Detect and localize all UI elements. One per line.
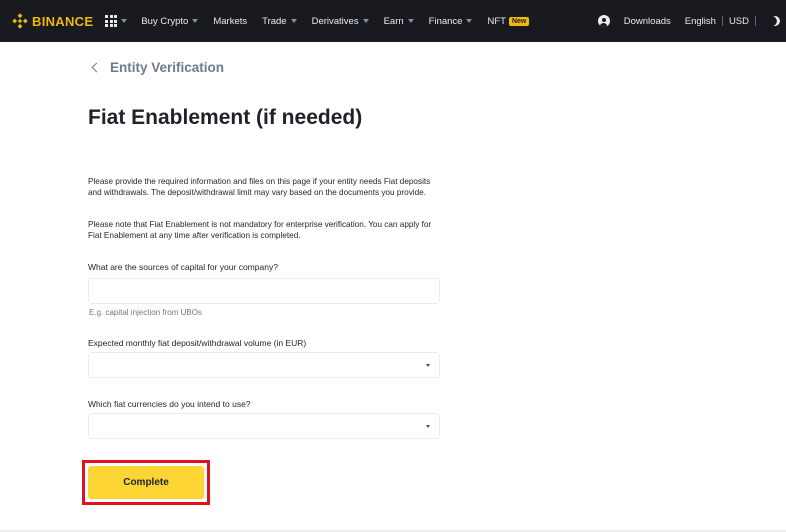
nav-trade[interactable]: Trade (262, 15, 297, 27)
nav-finance-label: Finance (428, 15, 463, 27)
chevron-down-icon (407, 19, 414, 23)
nav-earn[interactable]: Earn (384, 16, 414, 27)
downloads-label: Downloads (623, 15, 671, 27)
capital-sources-input[interactable] (88, 278, 440, 304)
downloads-link[interactable]: Downloads (624, 16, 671, 27)
monthly-volume-select[interactable] (88, 352, 440, 378)
nav-buy-crypto-label: Buy Crypto (141, 15, 189, 27)
nav-finance[interactable]: Finance (429, 16, 473, 27)
nav-markets-label: Markets (213, 15, 248, 27)
binance-logo-icon (12, 13, 28, 29)
divider (755, 16, 756, 26)
complete-button-highlight: Complete (82, 460, 210, 505)
nav-nft[interactable]: NFT New (487, 15, 530, 27)
nav-derivatives[interactable]: Derivatives (312, 16, 369, 27)
currencies-label: Which fiat currencies do you intend to u… (88, 399, 251, 409)
grid-icon (105, 15, 118, 27)
currency-selector[interactable]: USD (729, 16, 749, 27)
chevron-down-icon (362, 19, 369, 23)
language-selector[interactable]: English (685, 16, 716, 27)
brand-name: BINANCE (32, 13, 94, 29)
capital-sources-hint: E.g. capital injection from UBOs (89, 308, 202, 317)
nav-earn-label: Earn (383, 15, 404, 27)
divider (721, 16, 723, 26)
caret-down-icon (426, 425, 430, 428)
nav-trade-label: Trade (262, 15, 287, 27)
new-badge: New (508, 16, 530, 26)
caret-down-icon (426, 364, 430, 367)
nav-markets[interactable]: Markets (213, 16, 247, 27)
description-paragraph: Please note that Fiat Enablement is not … (88, 220, 432, 240)
currency-label: USD (728, 15, 749, 27)
complete-button[interactable]: Complete (88, 466, 204, 499)
currencies-select[interactable] (88, 413, 440, 439)
nav-nft-label: NFT (487, 15, 506, 27)
description-paragraph: Please provide the required information … (88, 177, 431, 197)
language-label: English (684, 15, 716, 27)
binance-logo[interactable]: BINANCE (12, 13, 93, 29)
top-navigation-bar: BINANCE Buy Crypto Markets Trade Derivat… (0, 0, 786, 42)
apps-menu-button[interactable] (105, 15, 128, 27)
header-right-actions: Downloads English USD (597, 0, 782, 42)
chevron-left-icon (91, 62, 102, 73)
chevron-down-icon (192, 19, 199, 23)
page-title: Fiat Enablement (if needed) (88, 106, 363, 129)
chevron-down-icon (466, 19, 473, 23)
nav-buy-crypto[interactable]: Buy Crypto (141, 15, 199, 27)
back-label: Entity Verification (110, 60, 225, 75)
chevron-down-icon (121, 19, 128, 23)
user-account-icon[interactable] (597, 15, 610, 27)
back-to-entity-verification[interactable]: Entity Verification (90, 60, 224, 75)
chevron-down-icon (290, 19, 297, 23)
nav-derivatives-label: Derivatives (311, 15, 359, 27)
capital-sources-label: What are the sources of capital for your… (88, 262, 278, 272)
main-nav: Buy Crypto Markets Trade Derivatives Ear… (141, 16, 544, 27)
monthly-volume-label: Expected monthly fiat deposit/withdrawal… (88, 338, 307, 348)
moon-icon[interactable] (769, 15, 782, 28)
